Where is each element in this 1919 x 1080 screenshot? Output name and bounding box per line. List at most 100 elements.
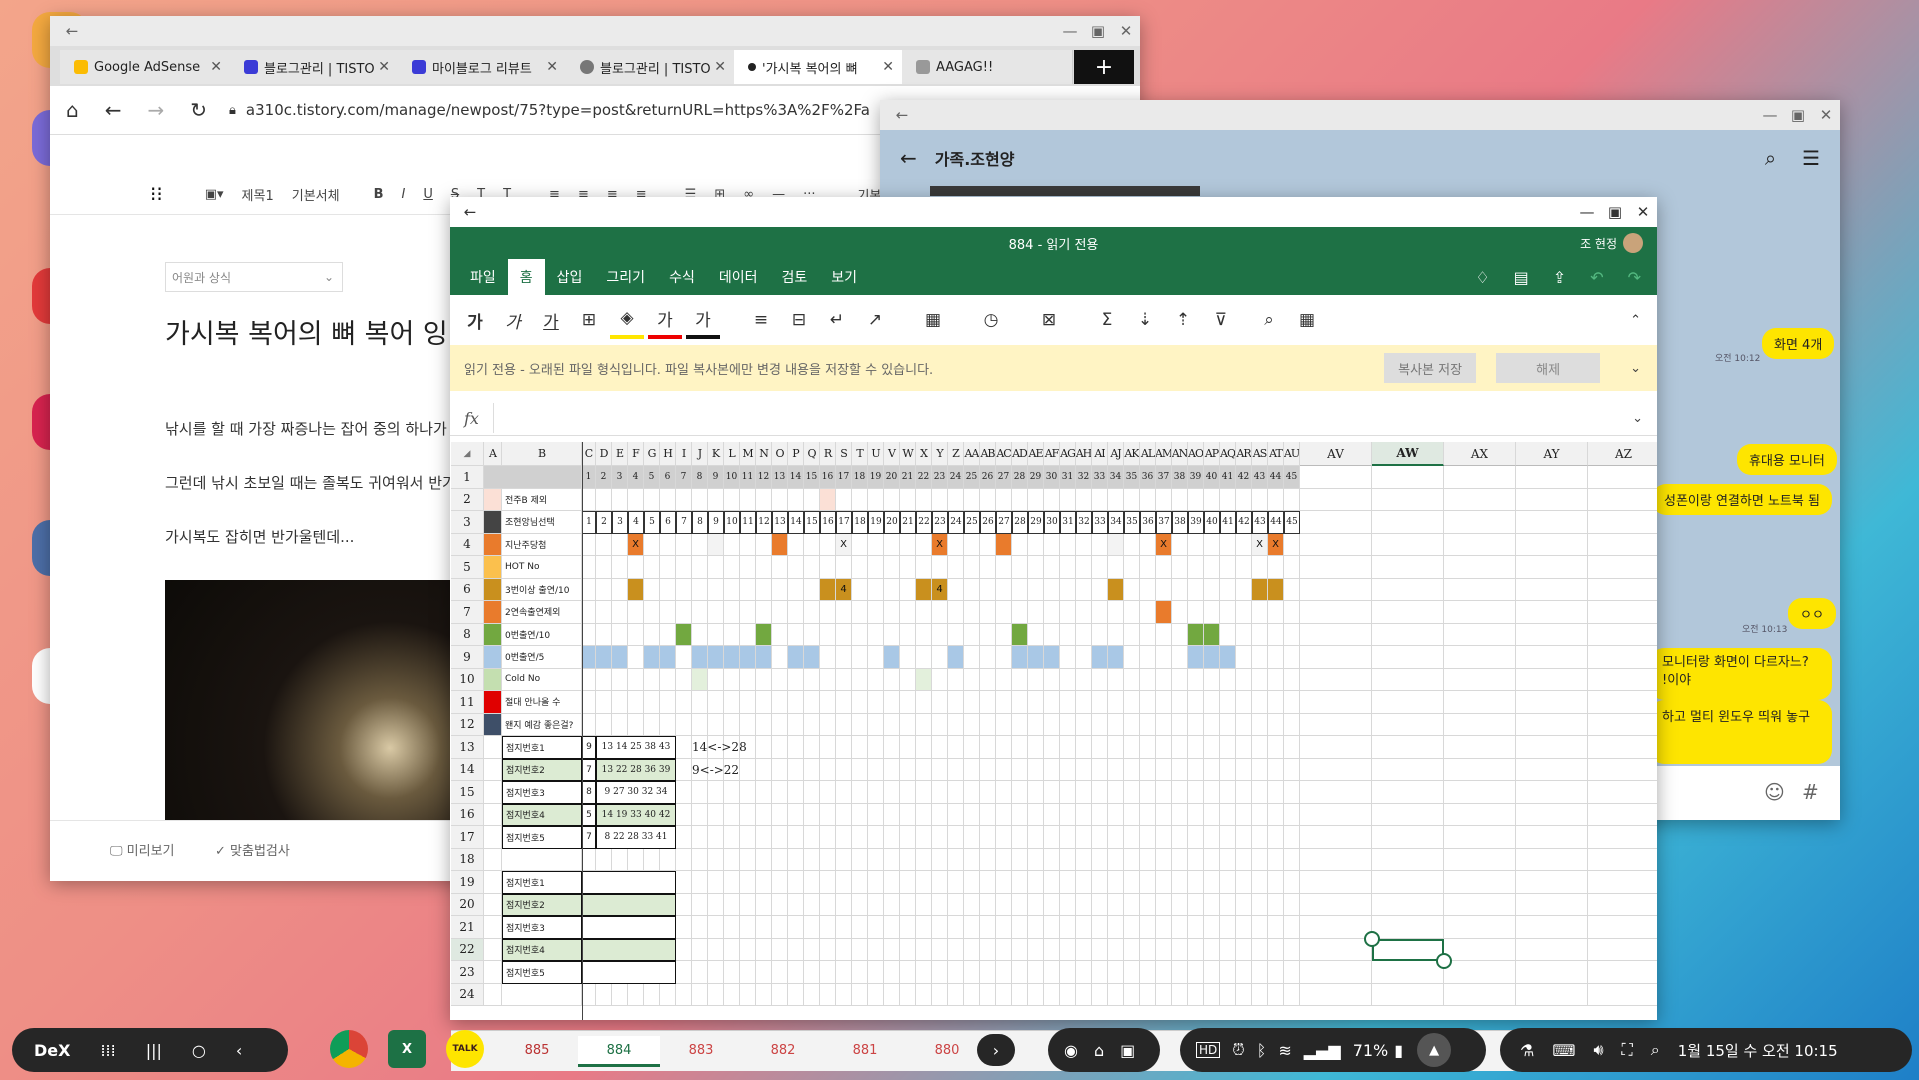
sheet-cell[interactable] xyxy=(1156,893,1172,916)
sheet-cell[interactable] xyxy=(980,691,996,714)
sheet-cell[interactable] xyxy=(1300,488,1372,511)
sheet-cell[interactable] xyxy=(964,601,980,624)
sheet-cell[interactable] xyxy=(740,916,756,939)
browser-tab[interactable]: AAGAG!! xyxy=(902,50,1073,84)
back-arrow-icon[interactable]: ← xyxy=(58,22,86,40)
column-header[interactable]: S xyxy=(836,442,852,466)
sheet-cell[interactable] xyxy=(676,713,692,736)
sheet-cell[interactable] xyxy=(502,983,582,1006)
row-header[interactable]: 16 xyxy=(451,803,484,826)
column-header[interactable]: AE xyxy=(1028,442,1044,466)
sheet-cell[interactable] xyxy=(868,668,884,691)
sheet-cell[interactable] xyxy=(1588,849,1657,871)
sheet-cell[interactable] xyxy=(996,983,1012,1006)
sheet-cell[interactable] xyxy=(820,601,836,624)
sheet-cell[interactable] xyxy=(724,916,740,939)
sheet-cell[interactable] xyxy=(1516,736,1588,759)
sheet-cell[interactable] xyxy=(836,893,852,916)
sheet-cell[interactable] xyxy=(852,983,868,1006)
sheet-cell[interactable] xyxy=(756,713,772,736)
sheet-cell[interactable] xyxy=(1284,623,1300,646)
sheet-cell[interactable] xyxy=(1188,983,1204,1006)
sheet-cell[interactable] xyxy=(788,668,804,691)
sheet-cell[interactable] xyxy=(1204,601,1220,624)
sheet-cell[interactable] xyxy=(980,488,996,511)
sheet-cell[interactable] xyxy=(1172,758,1188,781)
sheet-cell[interactable] xyxy=(596,713,612,736)
sheet-cell[interactable] xyxy=(612,713,628,736)
sheet-cell[interactable] xyxy=(772,736,788,759)
sheet-cell[interactable] xyxy=(996,556,1012,579)
sheet-cell[interactable] xyxy=(1516,466,1588,489)
sheet-cell[interactable] xyxy=(852,713,868,736)
sheet-cell[interactable] xyxy=(1588,489,1657,511)
sheet-cell[interactable] xyxy=(1268,871,1284,894)
sheet-cell[interactable] xyxy=(1140,601,1156,624)
sheet-cell[interactable] xyxy=(676,533,692,556)
sheet-cell[interactable] xyxy=(884,826,900,849)
sheet-cell[interactable] xyxy=(1092,533,1108,556)
sheet-cell[interactable] xyxy=(820,533,836,556)
sheet-cell[interactable] xyxy=(1252,781,1268,804)
record-icon[interactable]: ◉ xyxy=(1064,1041,1078,1060)
sheet-cell[interactable] xyxy=(1372,893,1444,916)
sheet-cell[interactable] xyxy=(1372,736,1444,759)
browser-tab[interactable]: Google AdSense ✕ xyxy=(60,50,231,84)
sheet-cell[interactable] xyxy=(1188,691,1204,714)
sheet-cell[interactable] xyxy=(1516,488,1588,511)
sheet-cell[interactable] xyxy=(932,803,948,826)
sheet-cell[interactable] xyxy=(1300,691,1372,714)
sheet-cell[interactable] xyxy=(1140,961,1156,984)
sheet-cell[interactable] xyxy=(724,601,740,624)
sheet-cell[interactable] xyxy=(868,488,884,511)
sheet-cell[interactable] xyxy=(804,623,820,646)
sheet-cell[interactable] xyxy=(596,983,612,1006)
sheet-cell[interactable] xyxy=(1252,938,1268,961)
back-chevron-icon[interactable]: ‹ xyxy=(236,1041,242,1060)
sheet-cell[interactable] xyxy=(980,623,996,646)
sheet-cell[interactable] xyxy=(1156,713,1172,736)
sheet-cell[interactable] xyxy=(1516,556,1588,579)
column-header[interactable]: L xyxy=(724,442,740,466)
sheet-cell[interactable] xyxy=(644,668,660,691)
sheet-cell[interactable] xyxy=(916,781,932,804)
sheet-cell[interactable] xyxy=(852,736,868,759)
sheet-cell[interactable] xyxy=(1444,533,1516,556)
maximize-icon[interactable]: ▣ xyxy=(1601,203,1629,221)
sheet-cell[interactable] xyxy=(740,961,756,984)
sheet-cell[interactable] xyxy=(740,848,756,871)
sheet-cell[interactable] xyxy=(1268,916,1284,939)
sheet-cell[interactable] xyxy=(1076,736,1092,759)
sheet-cell[interactable] xyxy=(1268,691,1284,714)
sheet-cell[interactable] xyxy=(772,713,788,736)
minimize-icon[interactable]: — xyxy=(1573,203,1601,221)
sheet-cell[interactable] xyxy=(1236,533,1252,556)
sheet-cell[interactable] xyxy=(1236,803,1252,826)
sheet-cell[interactable] xyxy=(756,983,772,1006)
sheet-cell[interactable] xyxy=(852,938,868,961)
sheet-cell[interactable] xyxy=(884,938,900,961)
sheet-cell[interactable] xyxy=(916,871,932,894)
sheet-cell[interactable] xyxy=(628,556,644,579)
sheet-cell[interactable] xyxy=(582,601,596,624)
sheet-cell[interactable] xyxy=(484,848,502,871)
font-select[interactable]: 기본서체 xyxy=(292,185,340,204)
sheet-cell[interactable] xyxy=(1108,848,1124,871)
tab-file[interactable]: 파일 xyxy=(458,259,508,295)
sheet-cell[interactable] xyxy=(868,803,884,826)
sheet-cell[interactable] xyxy=(692,713,708,736)
sheet-cell[interactable] xyxy=(502,848,582,871)
sheet-cell[interactable] xyxy=(1108,488,1124,511)
sheet-cell[interactable] xyxy=(1124,713,1140,736)
sheet-cell[interactable] xyxy=(1284,601,1300,624)
sheet-cell[interactable] xyxy=(740,938,756,961)
sheet-cell[interactable] xyxy=(852,533,868,556)
sheet-cell[interactable] xyxy=(884,848,900,871)
tab-data[interactable]: 데이터 xyxy=(707,259,770,295)
column-header[interactable]: Y xyxy=(932,442,948,466)
sheet-cell[interactable] xyxy=(884,488,900,511)
sheet-cell[interactable] xyxy=(708,578,724,601)
sheet-cell[interactable] xyxy=(1124,556,1140,579)
sheet-cell[interactable] xyxy=(1236,938,1252,961)
sheet-cell[interactable] xyxy=(964,736,980,759)
